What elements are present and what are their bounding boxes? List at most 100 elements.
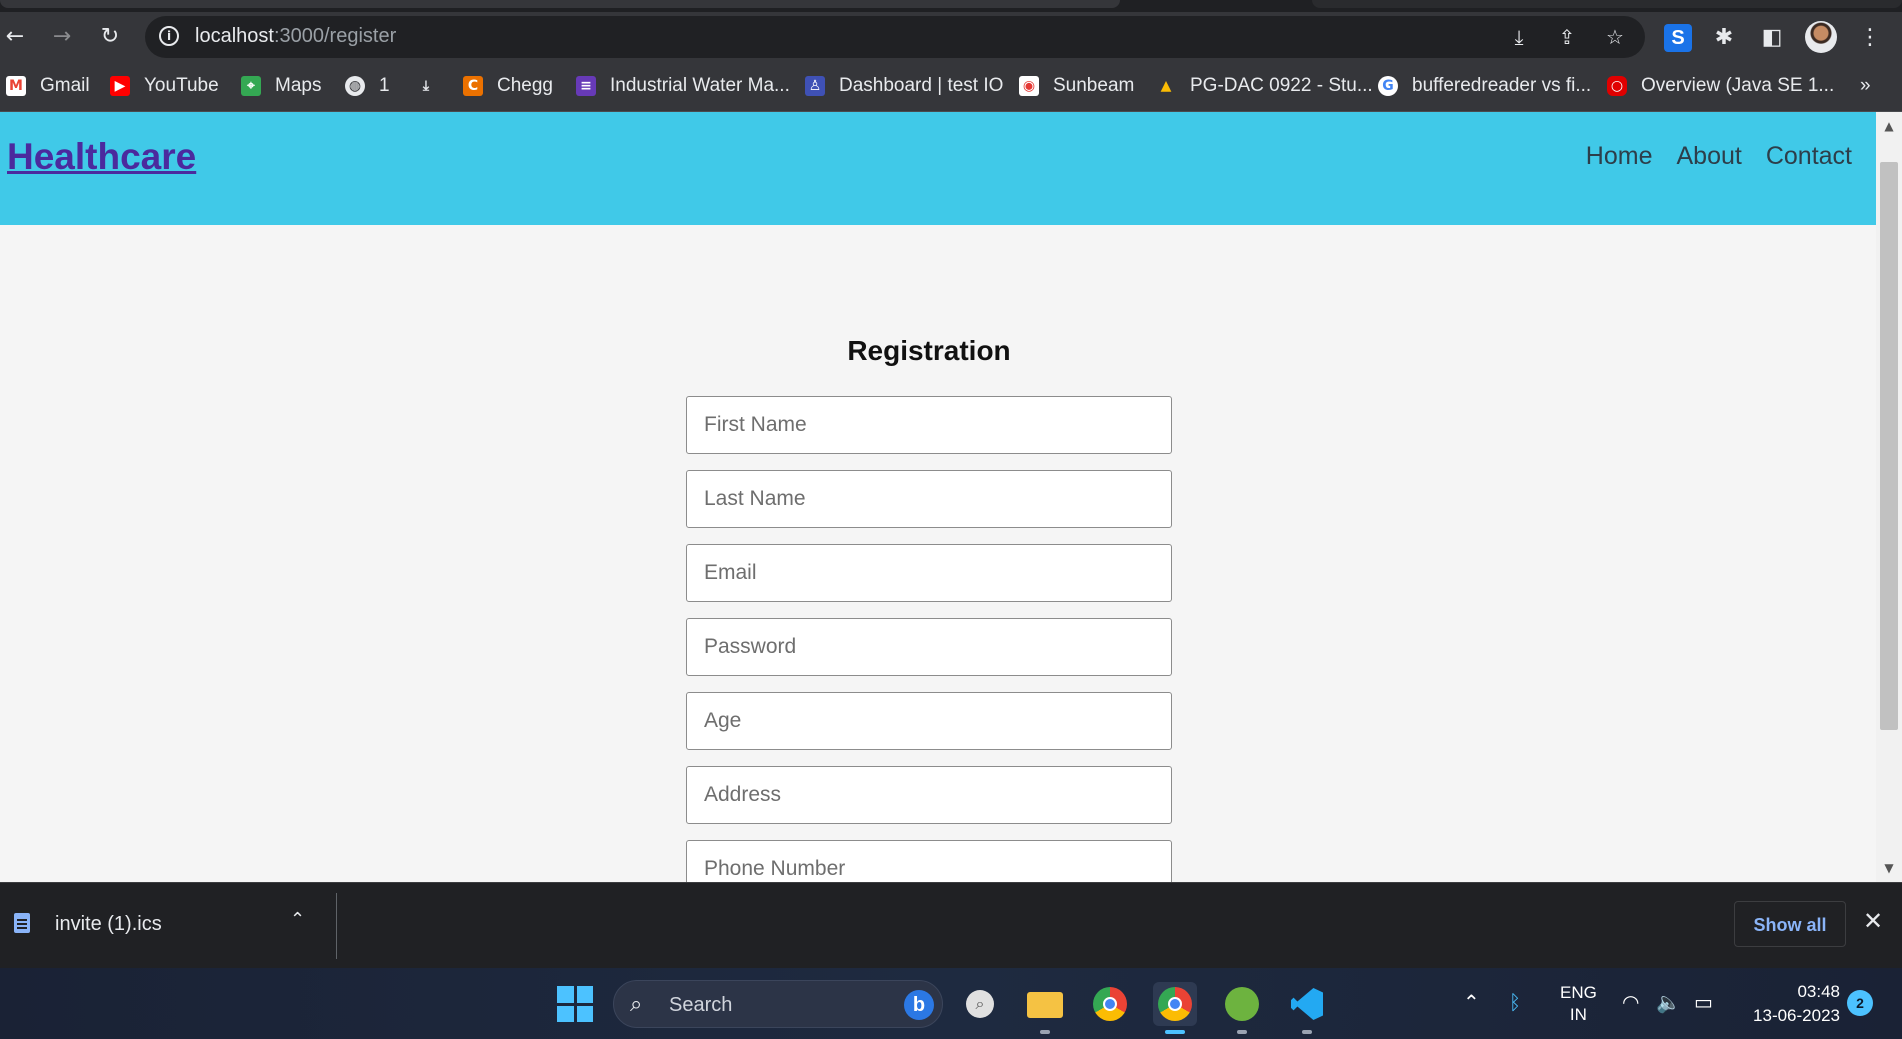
drive-icon: ▲ xyxy=(1160,78,1172,94)
brand-link[interactable]: Healthcare xyxy=(7,136,196,178)
file-icon xyxy=(14,913,30,933)
search-icon: ⌕ xyxy=(630,992,643,1017)
extension-s-icon[interactable]: S xyxy=(1664,24,1692,52)
windows-taskbar: ⌕ Search b ⌕ ⌃ ᛒ ENG IN ◠ 🔈 ▭ 03:48 13-0… xyxy=(0,968,1902,1039)
show-hidden-icons-chevron-icon[interactable]: ⌃ xyxy=(1463,990,1480,1014)
windows-logo-icon xyxy=(557,986,574,1003)
menu-kebab-icon[interactable]: ⋮ xyxy=(1856,24,1884,52)
bluetooth-icon[interactable]: ᛒ xyxy=(1509,990,1521,1014)
back-button[interactable]: ← xyxy=(2,24,28,50)
extensions-puzzle-icon[interactable]: ✱ xyxy=(1710,24,1738,52)
tab-strip xyxy=(0,0,1902,12)
bing-icon[interactable]: b xyxy=(904,990,934,1020)
taskbar-chrome[interactable] xyxy=(1088,982,1132,1026)
vscode-icon xyxy=(1291,988,1323,1020)
bookmark-download[interactable]: ⤓ xyxy=(416,62,450,110)
oracle-icon: ○ xyxy=(1607,76,1627,96)
maps-icon: ⌖ xyxy=(241,76,261,96)
bookmark-maps[interactable]: ⌖ Maps xyxy=(241,62,321,110)
bookmark-star-icon[interactable]: ☆ xyxy=(1603,25,1627,49)
download-icon: ⤓ xyxy=(422,78,430,94)
bookmark-java-overview[interactable]: ○ Overview (Java SE 1... xyxy=(1607,62,1834,110)
running-indicator xyxy=(1040,1030,1050,1034)
chrome-center-icon xyxy=(1168,997,1182,1011)
password-input[interactable] xyxy=(686,618,1172,676)
nav-links: Home About Contact xyxy=(1586,142,1852,171)
google-icon: G xyxy=(1378,76,1398,96)
volume-icon[interactable]: 🔈 xyxy=(1656,990,1681,1014)
scroll-down-icon[interactable]: ▼ xyxy=(1876,858,1902,878)
chegg-icon: C xyxy=(463,76,483,96)
show-all-button[interactable]: Show all xyxy=(1734,901,1846,947)
chrome-center-icon xyxy=(1103,997,1117,1011)
address-bar[interactable]: i localhost:3000/register ⤓ ⇪ ☆ xyxy=(145,16,1645,58)
profile-avatar[interactable] xyxy=(1805,21,1837,53)
address-input[interactable] xyxy=(686,766,1172,824)
nav-about-link[interactable]: About xyxy=(1676,142,1741,171)
background-tab[interactable] xyxy=(1312,0,1902,8)
bookmark-chegg[interactable]: C Chegg xyxy=(463,62,553,110)
bookmark-youtube[interactable]: ▶ YouTube xyxy=(110,62,219,110)
folder-icon xyxy=(1027,992,1063,1018)
region-code: IN xyxy=(1569,1005,1587,1024)
start-button[interactable] xyxy=(557,986,593,1022)
language-indicator[interactable]: ENG IN xyxy=(1560,982,1597,1026)
taskbar-search-app-icon[interactable]: ⌕ xyxy=(958,982,1002,1026)
download-file-name[interactable]: invite (1).ics xyxy=(55,913,162,936)
magnifier-app-icon: ⌕ xyxy=(966,990,994,1018)
spring-leaf-icon xyxy=(1225,987,1259,1021)
battery-icon[interactable]: ▭ xyxy=(1694,990,1713,1014)
bookmark-industrial-water[interactable]: ≡ Industrial Water Ma... xyxy=(576,62,790,110)
close-shelf-icon[interactable]: ✕ xyxy=(1863,907,1883,935)
bookmark-gmail[interactable]: M Gmail xyxy=(6,62,90,110)
install-app-icon[interactable]: ⤓ xyxy=(1507,25,1531,49)
bookmark-dashboard-testio[interactable]: ♙ Dashboard | test IO xyxy=(805,62,1003,110)
bookmark-globe[interactable]: ◍ 1 xyxy=(345,62,390,110)
scroll-up-icon[interactable]: ▲ xyxy=(1876,116,1902,136)
age-input[interactable] xyxy=(686,692,1172,750)
last-name-input[interactable] xyxy=(686,470,1172,528)
system-clock[interactable]: 03:48 13-06-2023 xyxy=(1740,980,1840,1028)
forms-icon: ≡ xyxy=(576,76,596,96)
taskbar-chrome-profile[interactable] xyxy=(1153,982,1197,1034)
clock-time: 03:48 xyxy=(1797,982,1840,1001)
wifi-icon[interactable]: ◠ xyxy=(1622,990,1639,1014)
bookmarks-bar: M Gmail ▶ YouTube ⌖ Maps ◍ 1 ⤓ C Chegg ≡ Indus… xyxy=(0,62,1902,112)
phone-number-input[interactable] xyxy=(686,840,1172,882)
search-label: Search xyxy=(669,994,733,1016)
bookmark-sunbeam[interactable]: ◉ Sunbeam xyxy=(1019,62,1134,110)
active-tab[interactable] xyxy=(0,0,1120,8)
taskbar-search[interactable]: ⌕ Search b xyxy=(613,980,943,1028)
bookmark-pg-dac[interactable]: ▲ PG-DAC 0922 - Stu... xyxy=(1156,62,1373,110)
bookmark-bufferedreader[interactable]: Gbufferedreader vs fi... xyxy=(1378,62,1591,110)
side-panel-icon[interactable]: ◧ xyxy=(1758,24,1786,52)
reload-button[interactable]: ↻ xyxy=(97,24,123,50)
browser-toolbar: ← → ↻ i localhost:3000/register ⤓ ⇪ ☆ S … xyxy=(0,12,1902,62)
registration-title: Registration xyxy=(847,335,1011,366)
site-navbar: Healthcare Home About Contact xyxy=(0,112,1876,225)
first-name-input[interactable] xyxy=(686,396,1172,454)
email-input[interactable] xyxy=(686,544,1172,602)
taskbar-spring-tool[interactable] xyxy=(1220,982,1264,1034)
taskbar-vscode[interactable] xyxy=(1285,982,1329,1034)
scrollbar-thumb[interactable] xyxy=(1880,162,1898,730)
download-shelf: invite (1).ics ⌃ Show all ✕ xyxy=(0,882,1902,968)
youtube-icon: ▶ xyxy=(110,76,130,96)
running-indicator xyxy=(1237,1030,1247,1034)
site-info-icon[interactable]: i xyxy=(159,26,179,46)
download-options-chevron-icon[interactable]: ⌃ xyxy=(290,909,305,930)
windows-logo-icon xyxy=(557,1005,574,1022)
sunbeam-icon: ◉ xyxy=(1019,76,1039,96)
shelf-divider xyxy=(336,893,337,959)
url-text[interactable]: localhost:3000/register xyxy=(195,25,396,48)
forward-button[interactable]: → xyxy=(49,24,75,50)
more-bookmarks-button[interactable]: » xyxy=(1860,62,1871,110)
page-scrollbar[interactable]: ▲ ▼ xyxy=(1876,112,1902,882)
clock-date: 13-06-2023 xyxy=(1753,1006,1840,1025)
share-icon[interactable]: ⇪ xyxy=(1555,25,1579,49)
testio-icon: ♙ xyxy=(805,76,825,96)
nav-contact-link[interactable]: Contact xyxy=(1766,142,1852,171)
nav-home-link[interactable]: Home xyxy=(1586,142,1653,171)
taskbar-file-explorer[interactable] xyxy=(1023,982,1067,1034)
notification-badge[interactable]: 2 xyxy=(1847,990,1873,1016)
